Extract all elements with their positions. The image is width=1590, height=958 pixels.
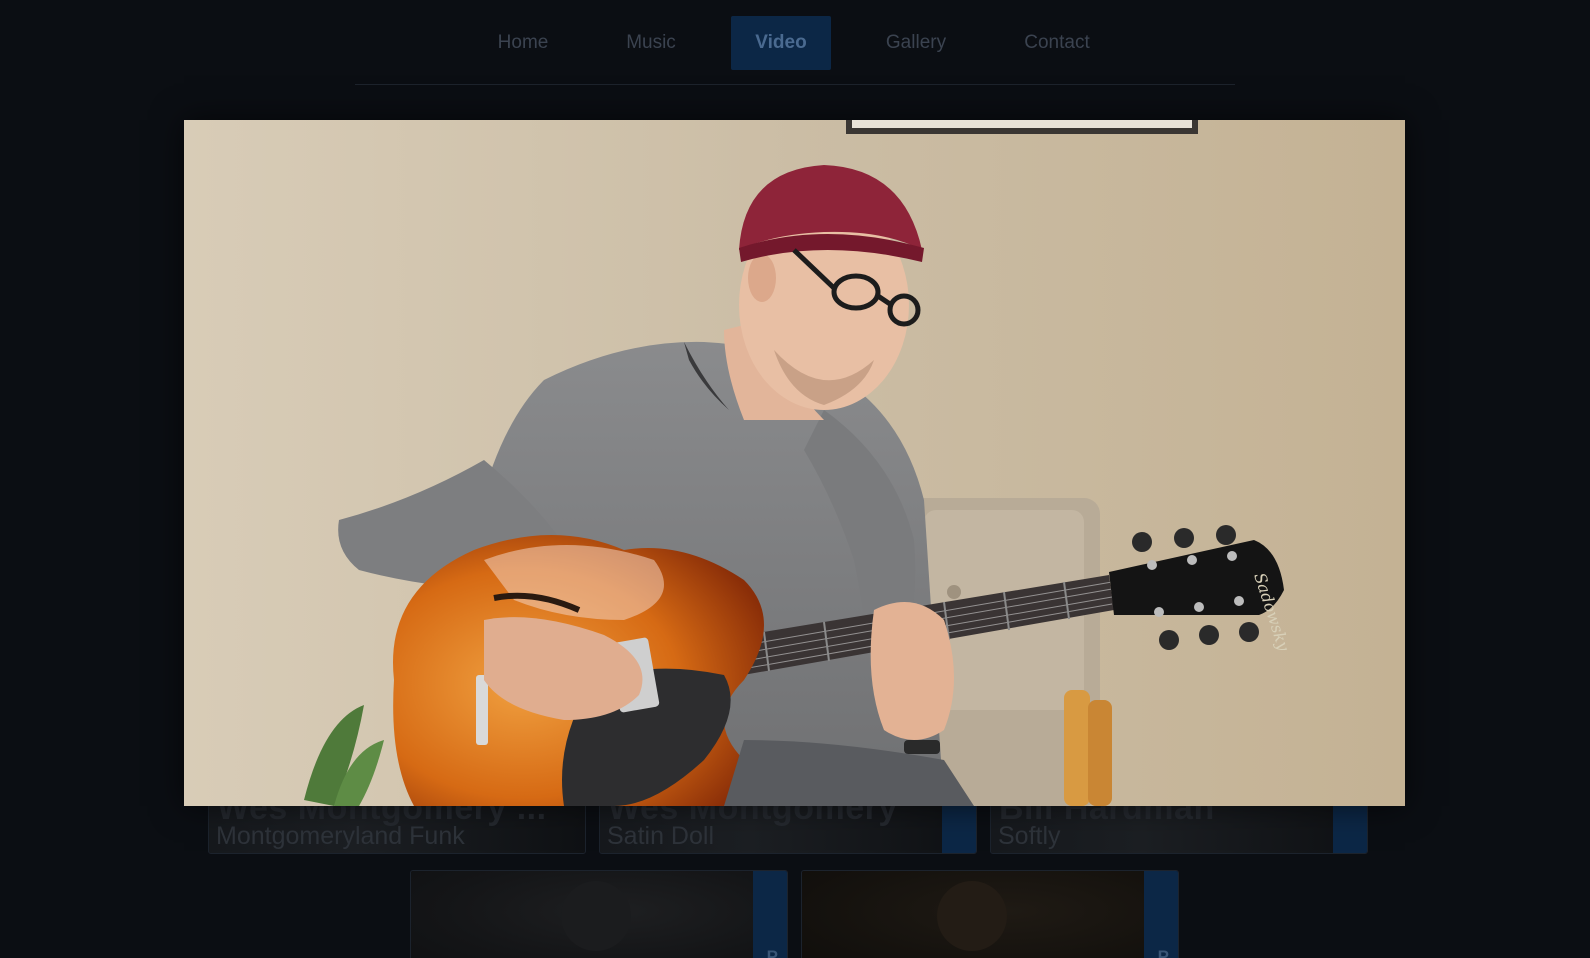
performer-figure: [561, 881, 631, 951]
video-card-tab[interactable]: P: [753, 871, 787, 958]
video-card-tab[interactable]: [942, 801, 976, 853]
nav-item-home[interactable]: Home: [480, 16, 566, 70]
video-frame: Sadowsky: [184, 120, 1405, 806]
video-card[interactable]: Wes Montgomery ... Montgomeryland Funk: [208, 800, 586, 854]
nav-item-music[interactable]: Music: [606, 16, 696, 70]
nav-item-gallery[interactable]: Gallery: [870, 16, 962, 70]
video-thumbnail: [802, 871, 1178, 958]
main-nav: Home Music Video Gallery Contact: [0, 0, 1590, 86]
video-player[interactable]: Sadowsky: [184, 120, 1405, 806]
video-card[interactable]: Wes Montgomery Satin Doll: [599, 800, 977, 854]
nav-divider: [355, 84, 1235, 85]
video-card-song: Satin Doll: [607, 822, 714, 850]
video-card-tab-letter: P: [1157, 947, 1169, 958]
performer-figure: [937, 881, 1007, 951]
nav-item-contact[interactable]: Contact: [1004, 16, 1110, 70]
nav-item-video[interactable]: Video: [731, 16, 831, 70]
video-card-song: Softly: [998, 822, 1061, 850]
video-card-tab[interactable]: P: [1144, 871, 1178, 958]
video-card[interactable]: P: [410, 870, 788, 958]
video-card[interactable]: P: [801, 870, 1179, 958]
video-thumbnail: [411, 871, 787, 958]
video-card-tab[interactable]: [1333, 801, 1367, 853]
video-card-song: Montgomeryland Funk: [216, 822, 465, 850]
page: Home Music Video Gallery Contact Wes Mon…: [0, 0, 1590, 958]
video-card[interactable]: Bill Hardman Softly: [990, 800, 1368, 854]
video-card-tab-letter: P: [766, 947, 778, 958]
